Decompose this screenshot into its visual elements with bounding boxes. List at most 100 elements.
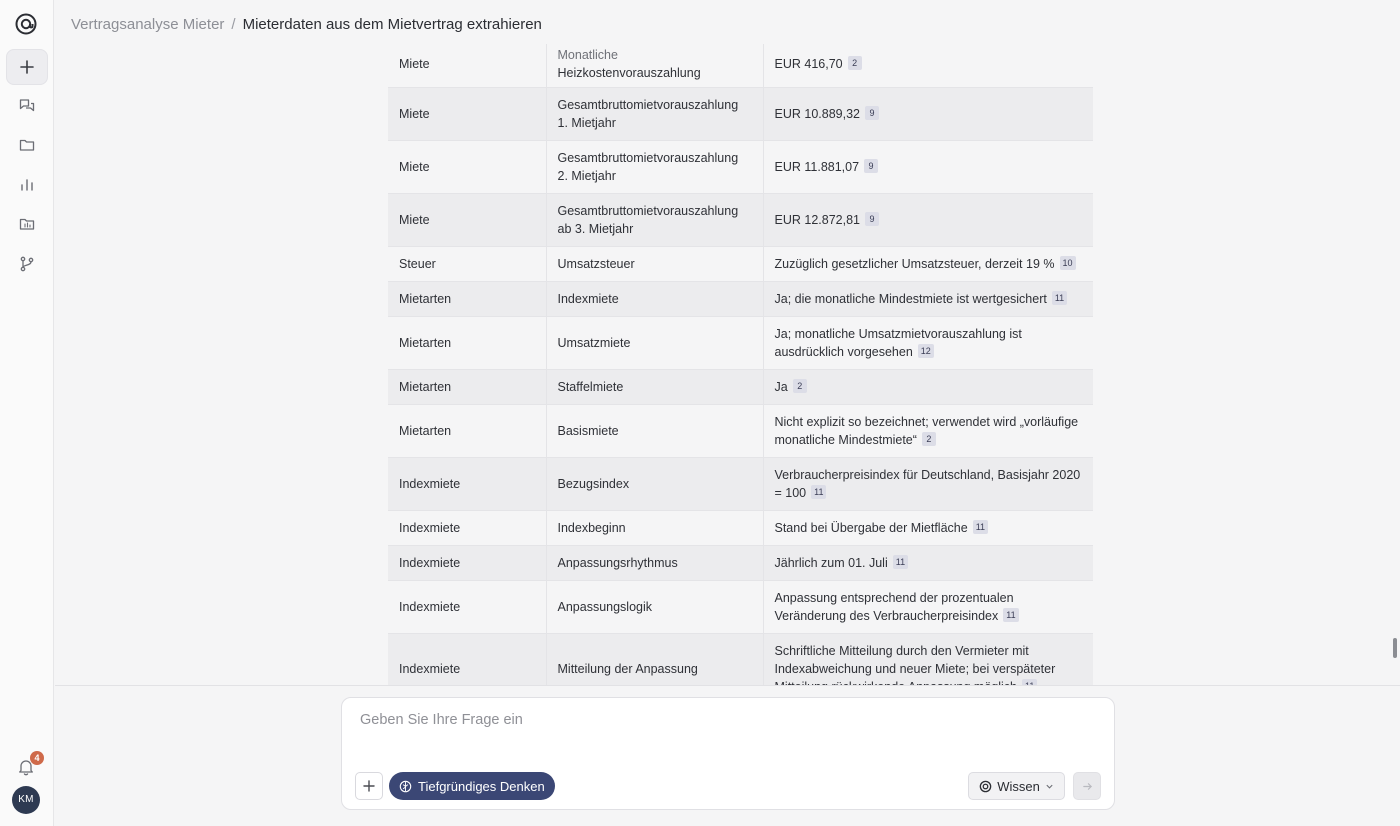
value-text: EUR 12.872,81	[774, 212, 860, 227]
sidebar-item-folders[interactable]	[6, 127, 48, 163]
table-cell-field: Gesamtbruttomietvorauszahlung 2. Mietjah…	[546, 140, 764, 194]
sidebar-item-chats[interactable]	[6, 88, 48, 124]
table-cell-category: Miete	[388, 87, 547, 141]
table-cell-field: Staffelmiete	[546, 369, 764, 405]
table-cell-category: Indexmiete	[388, 457, 547, 511]
table-row: Mietarten Indexmiete Ja; die monatliche …	[388, 281, 1093, 317]
table-cell-field: Anpassungslogik	[546, 580, 764, 634]
citation-reference[interactable]: 2	[792, 378, 807, 393]
table-cell-category: Miete	[388, 193, 547, 247]
table-cell-value: Nicht explizit so bezeichnet; verwendet …	[763, 404, 1093, 458]
table-cell-category: Mietarten	[388, 281, 547, 317]
sidebar-item-archive[interactable]	[6, 206, 48, 242]
citation-reference[interactable]: 11	[892, 554, 909, 569]
table-row: Miete Gesamtbruttomietvorauszahlung ab 3…	[388, 193, 1093, 247]
table-cell-field: Gesamtbruttomietvorauszahlung ab 3. Miet…	[546, 193, 764, 247]
citation-reference[interactable]: 9	[864, 211, 879, 226]
page-title: Mieterdaten aus dem Mietvertrag extrahie…	[242, 15, 542, 33]
table-cell-field: Indexbeginn	[546, 510, 764, 546]
table-cell-category: Indexmiete	[388, 580, 547, 634]
citation-reference[interactable]: 11	[1051, 290, 1068, 305]
arrow-right-icon	[1082, 782, 1092, 790]
value-text: Ja; die monatliche Mindestmiete ist wert…	[774, 291, 1047, 306]
table-cell-value: EUR 12.872,81 9	[763, 193, 1093, 247]
table-cell-field: Umsatzsteuer	[546, 246, 764, 282]
breadcrumb-parent[interactable]: Vertragsanalyse Mieter	[71, 16, 224, 33]
table-row: Indexmiete Anpassungslogik Anpassung ent…	[388, 580, 1093, 634]
workflow-icon	[20, 256, 34, 272]
citation-reference[interactable]: 12	[917, 343, 934, 358]
citation-reference[interactable]: 11	[811, 484, 827, 499]
table-row: Miete Gesamtbruttomietvorauszahlung 1. M…	[388, 87, 1093, 141]
citation-reference[interactable]: 2	[847, 56, 862, 71]
sidebar-item-analytics[interactable]	[6, 167, 48, 203]
table-cell-category: Miete	[388, 44, 547, 88]
new-chat-button[interactable]	[6, 49, 48, 85]
table-cell-value: Stand bei Übergabe der Mietfläche 11	[763, 510, 1093, 546]
table-cell-field: Gesamtbruttomietvorauszahlung 1. Mietjah…	[546, 87, 764, 141]
table-cell-category: Indexmiete	[388, 510, 547, 546]
chat-content: Miete Monatliche Heizkostenvorauszahlung …	[55, 44, 1400, 685]
value-text: EUR 11.881,07	[774, 159, 860, 174]
value-text: Zuzüglich gesetzlicher Umsatzsteuer, der…	[774, 256, 1055, 271]
plus-icon	[20, 60, 34, 74]
breadcrumb: Vertragsanalyse Mieter / Mieterdaten aus…	[55, 0, 1400, 48]
table-cell-category: Mietarten	[388, 316, 547, 370]
table-cell-category: Mietarten	[388, 404, 547, 458]
table-cell-value: Anpassung entsprechend der prozentualen …	[763, 580, 1093, 634]
folder-icon	[19, 139, 35, 151]
field-text-line1: Monatliche	[557, 48, 618, 63]
table-cell-value: EUR 10.889,32 9	[763, 87, 1093, 141]
table-cell-value: Zuzüglich gesetzlicher Umsatzsteuer, der…	[763, 246, 1093, 282]
table-cell-category: Indexmiete	[388, 545, 547, 581]
table-row: Mietarten Umsatzmiete Ja; monatliche Ums…	[388, 316, 1093, 370]
table-row: Miete Gesamtbruttomietvorauszahlung 2. M…	[388, 140, 1093, 194]
field-text-line2: Heizkostenvorauszahlung	[557, 66, 701, 81]
table-cell-field: Indexmiete	[546, 281, 764, 317]
value-text: Stand bei Übergabe der Mietfläche	[774, 520, 968, 535]
app-logo-icon[interactable]	[14, 12, 38, 36]
knowledge-label: Wissen	[997, 778, 1040, 794]
question-input[interactable]	[360, 712, 1060, 728]
value-text: Ja; monatliche Umsatzmietvorauszahlung i…	[774, 326, 1022, 359]
breadcrumb-separator: /	[231, 15, 236, 33]
table-row: Indexmiete Mitteilung der Anpassung Schr…	[388, 633, 1093, 685]
table-cell-field: Mitteilung der Anpassung	[546, 633, 764, 685]
value-text: Anpassung entsprechend der prozentualen …	[774, 590, 1014, 623]
table-row: Mietarten Basismiete Nicht explizit so b…	[388, 404, 1093, 458]
brain-icon	[399, 780, 412, 792]
scrollbar-thumb[interactable]	[1393, 638, 1397, 658]
chevron-down-icon	[1046, 784, 1053, 789]
table-cell-value: Schriftliche Mitteilung durch den Vermie…	[763, 633, 1093, 685]
value-text: Ja	[774, 379, 788, 394]
citation-reference[interactable]: 11	[972, 519, 989, 534]
sidebar-item-workflows[interactable]	[6, 246, 48, 282]
citation-reference[interactable]: 11	[1003, 607, 1019, 622]
table-cell-field: Monatliche Heizkostenvorauszahlung	[546, 44, 764, 88]
sidebar: 4 KM	[0, 0, 54, 826]
table-cell-category: Miete	[388, 140, 547, 194]
table-cell-field: Bezugsindex	[546, 457, 764, 511]
chats-icon	[19, 99, 35, 112]
table-cell-category: Steuer	[388, 246, 547, 282]
deep-thinking-button[interactable]: Tiefgründiges Denken	[389, 772, 555, 800]
table-cell-field: Basismiete	[546, 404, 764, 458]
citation-reference[interactable]: 9	[864, 105, 879, 120]
table-cell-value: Jährlich zum 01. Juli 11	[763, 545, 1093, 581]
citation-reference[interactable]: 10	[1059, 255, 1076, 270]
knowledge-logo-icon	[979, 780, 992, 792]
send-button[interactable]	[1073, 772, 1101, 800]
table-row: Miete Monatliche Heizkostenvorauszahlung …	[388, 44, 1093, 88]
table-cell-field: Anpassungsrhythmus	[546, 545, 764, 581]
value-text: Schriftliche Mitteilung durch den Vermie…	[774, 644, 1056, 685]
avatar[interactable]: KM	[12, 786, 40, 814]
table-cell-category: Indexmiete	[388, 633, 547, 685]
citation-reference[interactable]: 9	[864, 158, 879, 173]
table-cell-value: Ja; die monatliche Mindestmiete ist wert…	[763, 281, 1093, 317]
attach-button[interactable]	[355, 772, 383, 800]
knowledge-select[interactable]: Wissen	[968, 772, 1065, 800]
citation-reference[interactable]: 2	[921, 431, 936, 446]
composer-dock: Tiefgründiges Denken Wissen	[55, 685, 1400, 826]
value-text: EUR 416,70	[774, 57, 843, 72]
plus-icon	[363, 780, 375, 792]
